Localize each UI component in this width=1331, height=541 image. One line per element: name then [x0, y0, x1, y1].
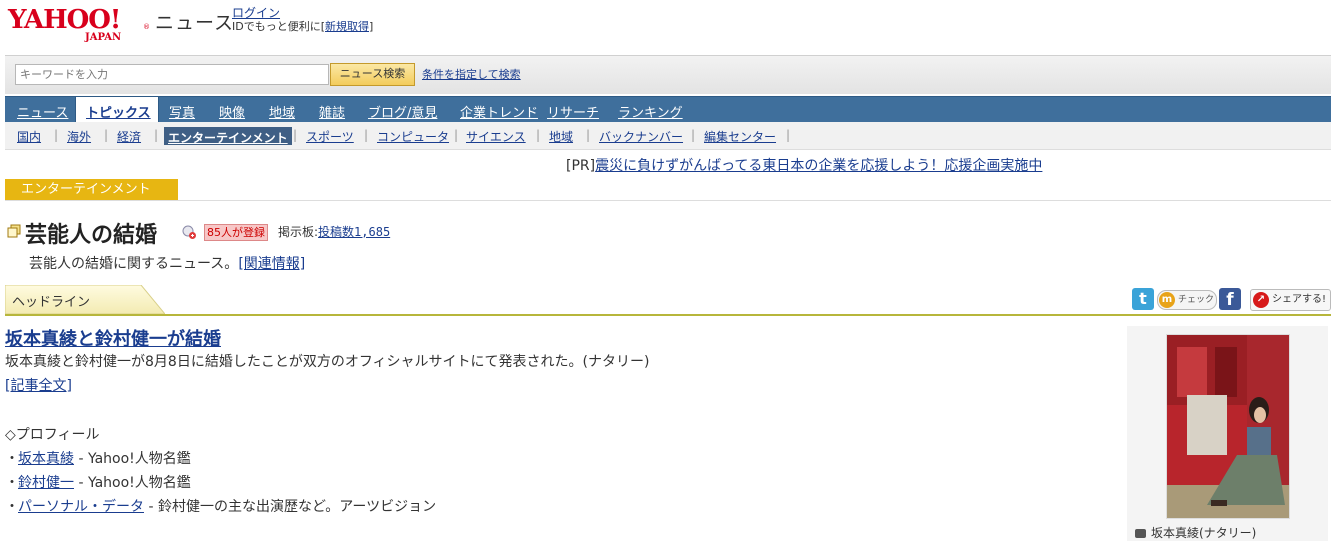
full-article-link[interactable]: [記事全文] [5, 375, 72, 395]
topic-description: 芸能人の結婚に関するニュース。[関連情報] [29, 253, 305, 273]
profile-link-suzumura[interactable]: 鈴村健一 [18, 475, 74, 491]
profile-link-sakamoto[interactable]: 坂本真綾 [18, 451, 74, 467]
sub-nav-item-computer[interactable]: コンピュータ [377, 128, 449, 145]
share-label: シェアする! [1272, 294, 1327, 305]
pr-banner: [PR]震災に負けずがんばってる東日本の企業を応援しよう！応援企画実施中 [566, 155, 1042, 175]
main-nav-item-research[interactable]: リサーチ [547, 102, 599, 121]
photo-panel: 坂本真綾(ナタリー) [1127, 326, 1328, 541]
id-prefix: IDでもっと便利に[ [232, 20, 326, 33]
sub-nav-item-science[interactable]: サイエンス [466, 128, 526, 145]
headline-rule [5, 314, 1331, 316]
register-icon[interactable] [181, 224, 197, 240]
main-nav-topics-label: トピックス [86, 106, 151, 121]
mixi-icon: m [1159, 292, 1175, 308]
mixi-label: チェック [1178, 295, 1215, 305]
share-button[interactable]: ↗ シェアする! [1250, 289, 1331, 311]
main-nav-item-blog[interactable]: ブログ/意見 [368, 102, 437, 121]
separator: | [54, 128, 59, 142]
profile-source: - 鈴村健一の主な出演歴など。アーツビジョン [144, 499, 437, 515]
id-suffix: ] [369, 20, 374, 33]
search-input[interactable] [15, 64, 329, 85]
bullet: ・ [5, 475, 19, 491]
main-nav: ニュース トピックス 写真 映像 地域 雑誌 ブログ/意見 企業トレンド リサー… [5, 96, 1331, 123]
topic-icon [7, 224, 21, 238]
separator: | [104, 128, 109, 142]
article-photo[interactable] [1166, 334, 1290, 519]
facebook-icon[interactable]: f [1219, 288, 1241, 310]
yahoo-japan-logo[interactable]: YAHOO! JAPAN ® [8, 6, 151, 44]
twitter-icon[interactable]: t [1132, 288, 1154, 310]
section-title: ニュース [155, 12, 235, 34]
sub-nav-item-entertainment[interactable]: エンターテインメント [164, 127, 292, 145]
headline-label: ヘッドライン [12, 295, 91, 310]
pr-link[interactable]: 震災に負けずがんばってる東日本の企業を応援しよう！応援企画実施中 [595, 158, 1042, 174]
mixi-check-button[interactable]: m チェック [1157, 290, 1217, 310]
main-nav-item-topics[interactable]: トピックス [75, 97, 159, 123]
topic-desc-text: 芸能人の結婚に関するニュース。 [29, 256, 239, 272]
profile-heading: ◇プロフィール [5, 427, 100, 443]
separator: | [364, 128, 369, 142]
separator: | [786, 128, 791, 142]
board-count-link[interactable]: 投稿数1,685 [318, 225, 390, 239]
board-label: 掲示板: [278, 225, 319, 239]
separator: | [691, 128, 696, 142]
sub-nav-item-economy[interactable]: 経済 [117, 128, 141, 145]
main-nav-item-ranking[interactable]: ランキング [618, 102, 683, 121]
main-nav-item-trend[interactable]: 企業トレンド [460, 102, 538, 121]
sub-nav-item-local[interactable]: 地域 [549, 128, 573, 145]
related-info-link[interactable]: [関連情報] [238, 256, 305, 272]
divider [5, 200, 1331, 201]
sub-nav-entertainment-label: エンターテインメント [168, 131, 288, 145]
bullet: ・ [5, 451, 19, 467]
search-bar: ニュース検索 条件を指定して検索 [5, 55, 1331, 94]
separator: | [536, 128, 541, 142]
main-nav-item-video[interactable]: 映像 [219, 102, 245, 121]
photo-caption: 坂本真綾(ナタリー) [1135, 524, 1256, 541]
photo-illustration [1167, 335, 1289, 518]
profile-link-personal-data[interactable]: パーソナル・データ [18, 499, 144, 515]
logo-text: YAHOO! [8, 5, 121, 35]
category-tab: エンターテインメント [5, 179, 178, 200]
logo-sub: JAPAN [85, 32, 122, 43]
profile-source: - Yahoo!人物名鑑 [74, 451, 191, 467]
main-nav-item-local[interactable]: 地域 [269, 102, 295, 121]
profile-row: ・パーソナル・データ - 鈴村健一の主な出演歴など。アーツビジョン [5, 496, 436, 516]
profile-row: ・鈴村健一 - Yahoo!人物名鑑 [5, 472, 191, 492]
board-info: 掲示板:投稿数1,685 [278, 223, 390, 240]
logo-registered-mark: ® [143, 23, 150, 31]
pr-tag: [PR] [566, 158, 596, 174]
profile-source: - Yahoo!人物名鑑 [74, 475, 191, 491]
article-title-link[interactable]: 坂本真綾と鈴村健一が結婚 [5, 325, 221, 351]
sub-nav-item-sports[interactable]: スポーツ [306, 128, 354, 145]
sub-nav-item-world[interactable]: 海外 [67, 128, 91, 145]
separator: | [293, 128, 298, 142]
id-promo: IDでもっと便利に[新規取得] [232, 18, 373, 34]
article-summary: 坂本真綾と鈴村健一が8月8日に結婚したことが双方のオフィシャルサイトにて発表され… [5, 354, 650, 370]
main-nav-item-photo[interactable]: 写真 [169, 102, 195, 121]
separator: | [454, 128, 459, 142]
sub-nav-item-domestic[interactable]: 国内 [17, 128, 41, 145]
sub-nav: 国内 | 海外 | 経済 | エンターテインメント | スポーツ | コンピュー… [5, 122, 1331, 150]
photo-caption-text: 坂本真綾(ナタリー) [1151, 526, 1257, 540]
camera-icon [1135, 529, 1146, 538]
bullet: ・ [5, 499, 19, 515]
main-nav-item-news[interactable]: ニュース [17, 102, 68, 121]
news-search-button[interactable]: ニュース検索 [330, 63, 415, 86]
separator: | [586, 128, 591, 142]
profile-row: ・坂本真綾 - Yahoo!人物名鑑 [5, 448, 191, 468]
signup-link[interactable]: 新規取得 [325, 20, 369, 33]
sub-nav-item-backnumber[interactable]: バックナンバー [599, 128, 683, 145]
registered-count-badge[interactable]: 85人が登録 [204, 224, 268, 241]
sub-nav-item-editorial[interactable]: 編集センター [704, 128, 776, 145]
advanced-search-link[interactable]: 条件を指定して検索 [422, 66, 521, 82]
topic-title: 芸能人の結婚 [25, 223, 158, 248]
separator: | [154, 128, 159, 142]
main-nav-item-magazine[interactable]: 雑誌 [319, 102, 345, 121]
share-icon: ↗ [1253, 292, 1269, 308]
